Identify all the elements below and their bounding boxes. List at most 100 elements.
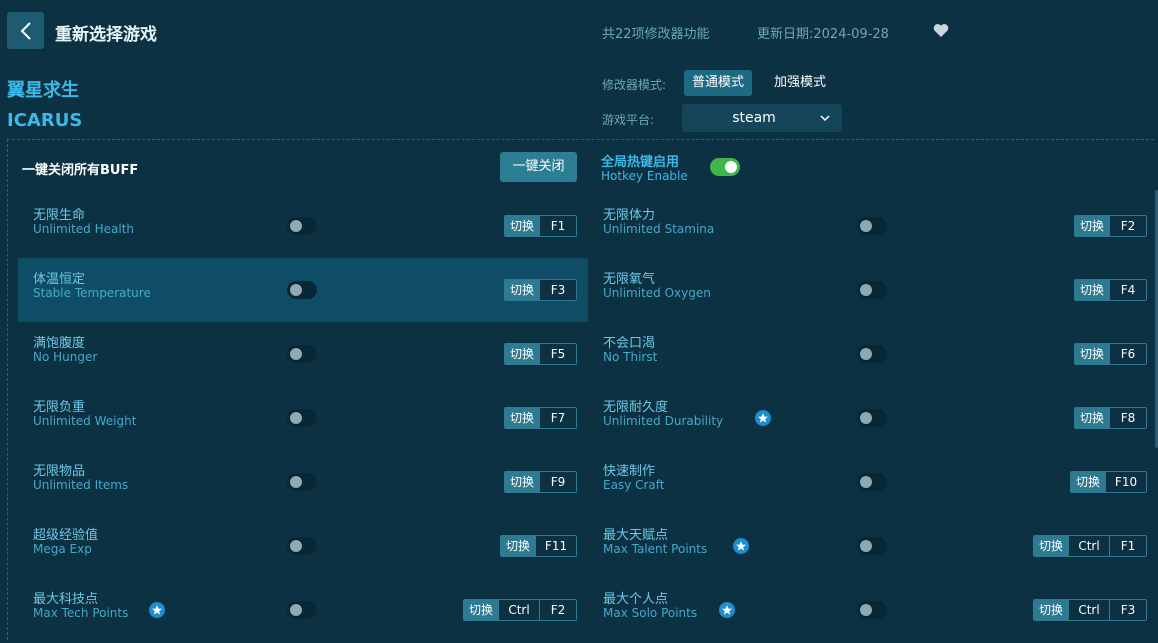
feature-name-cn: 满饱腹度 xyxy=(33,336,86,351)
page-title: 重新选择游戏 xyxy=(55,25,157,45)
feature-row[interactable]: 满饱腹度 No Hunger 切换 F5 xyxy=(18,322,588,386)
toggle-knob xyxy=(290,540,302,552)
toggle-knob xyxy=(860,540,872,552)
hotkey-group[interactable]: 切换 Ctrl F3 xyxy=(1033,599,1148,621)
platform-value: steam xyxy=(732,110,776,126)
toggle-knob xyxy=(290,220,302,232)
feature-toggle[interactable] xyxy=(287,537,317,555)
mode-label: 修改器模式: xyxy=(602,78,667,92)
feature-row[interactable]: 快速制作 Easy Craft 切换 F10 xyxy=(588,450,1158,514)
feature-toggle[interactable] xyxy=(287,281,317,299)
hotkey-key: F3 xyxy=(1109,600,1147,620)
hotkey-key: F5 xyxy=(539,344,577,364)
hotkey-group[interactable]: 切换 F1 xyxy=(504,215,578,237)
hotkey-group[interactable]: 切换 F5 xyxy=(504,343,578,365)
hotkey-group[interactable]: 切换 F7 xyxy=(504,407,578,429)
feature-row[interactable]: 无限生命 Unlimited Health 切换 F1 xyxy=(18,194,588,258)
feature-name-en: Stable Temperature xyxy=(33,286,151,300)
hotkey-group[interactable]: 切换 F9 xyxy=(504,471,578,493)
switch-label: 切换 xyxy=(505,280,540,300)
feature-name-cn: 无限耐久度 xyxy=(603,400,669,415)
back-button[interactable] xyxy=(7,12,44,49)
feature-toggle[interactable] xyxy=(287,601,317,619)
hotkey-key: Ctrl xyxy=(498,600,540,620)
feature-toggle[interactable] xyxy=(857,217,887,235)
switch-label: 切换 xyxy=(1034,536,1069,556)
update-date: 更新日期:2024-09-28 xyxy=(757,27,889,42)
hotkey-group[interactable]: 切换 F4 xyxy=(1074,279,1148,301)
feature-toggle[interactable] xyxy=(857,281,887,299)
feature-row[interactable]: 无限负重 Unlimited Weight 切换 F7 xyxy=(18,386,588,450)
feature-row[interactable]: 最大个人点 Max Solo Points 切换 Ctrl F3 xyxy=(588,578,1158,642)
switch-label: 切换 xyxy=(501,536,536,556)
toggle-knob xyxy=(860,476,872,488)
hotkey-group[interactable]: 切换 F6 xyxy=(1074,343,1148,365)
feature-name-cn: 快速制作 xyxy=(603,464,656,479)
feature-row[interactable]: 超级经验值 Mega Exp 切换 F11 xyxy=(18,514,588,578)
feature-toggle[interactable] xyxy=(287,217,317,235)
feature-row[interactable]: 无限耐久度 Unlimited Durability 切换 F8 xyxy=(588,386,1158,450)
switch-label: 切换 xyxy=(1075,408,1110,428)
hotkey-key: F2 xyxy=(1109,216,1147,236)
star-icon xyxy=(719,602,735,618)
close-all-buff-label: 一键关闭所有BUFF xyxy=(22,163,139,178)
game-name-en: ICARUS xyxy=(7,110,83,131)
hotkey-key: F2 xyxy=(539,600,577,620)
feature-row[interactable]: 最大天赋点 Max Talent Points 切换 Ctrl F1 xyxy=(588,514,1158,578)
feature-name-cn: 超级经验值 xyxy=(33,528,99,543)
mode-enhanced-button[interactable]: 加强模式 xyxy=(766,70,834,96)
feature-toggle[interactable] xyxy=(857,409,887,427)
toggle-knob xyxy=(860,348,872,360)
hotkey-group[interactable]: 切换 F3 xyxy=(504,279,578,301)
close-all-button[interactable]: 一键关闭 xyxy=(500,152,577,182)
feature-toggle[interactable] xyxy=(287,409,317,427)
feature-row[interactable]: 体温恒定 Stable Temperature 切换 F3 xyxy=(18,258,588,322)
feature-toggle[interactable] xyxy=(287,473,317,491)
feature-toggle[interactable] xyxy=(857,537,887,555)
feature-row[interactable]: 最大科技点 Max Tech Points 切换 Ctrl F2 xyxy=(18,578,588,642)
feature-name-cn: 不会口渴 xyxy=(603,336,656,351)
feature-row[interactable]: 无限体力 Unlimited Stamina 切换 F2 xyxy=(588,194,1158,258)
feature-toggle[interactable] xyxy=(857,601,887,619)
feature-row[interactable]: 不会口渴 No Thirst 切换 F6 xyxy=(588,322,1158,386)
hotkey-group[interactable]: 切换 Ctrl F1 xyxy=(1033,535,1148,557)
feature-toggle[interactable] xyxy=(857,473,887,491)
feature-toggle[interactable] xyxy=(857,345,887,363)
hotkey-key: F4 xyxy=(1109,280,1147,300)
feature-name-cn: 体温恒定 xyxy=(33,272,86,287)
favorite-button[interactable] xyxy=(933,23,949,42)
hotkey-enable-toggle[interactable] xyxy=(710,158,740,176)
feature-name-en: Easy Craft xyxy=(603,478,665,492)
star-icon xyxy=(733,538,750,554)
platform-select[interactable]: steam xyxy=(682,104,842,132)
hotkey-key: Ctrl xyxy=(1068,536,1110,556)
chevron-left-icon xyxy=(20,21,31,40)
feature-toggle[interactable] xyxy=(287,345,317,363)
hotkey-group[interactable]: 切换 F2 xyxy=(1074,215,1148,237)
feature-name-en: No Hunger xyxy=(33,350,98,364)
hotkey-group[interactable]: 切换 F8 xyxy=(1074,407,1148,429)
hotkey-group[interactable]: 切换 F11 xyxy=(500,535,578,557)
hotkey-group[interactable]: 切换 Ctrl F2 xyxy=(463,599,578,621)
switch-label: 切换 xyxy=(1075,216,1110,236)
hotkey-group[interactable]: 切换 F10 xyxy=(1070,471,1148,493)
feature-name-en: Unlimited Stamina xyxy=(603,222,715,236)
platform-label: 游戏平台: xyxy=(602,113,655,127)
feature-name-cn: 最大天赋点 xyxy=(603,528,669,543)
hotkey-key: F1 xyxy=(1109,536,1147,556)
switch-label: 切换 xyxy=(1034,600,1069,620)
feature-row[interactable]: 无限氧气 Unlimited Oxygen 切换 F4 xyxy=(588,258,1158,322)
feature-name-en: Max Tech Points xyxy=(33,606,129,620)
switch-label: 切换 xyxy=(1071,472,1106,492)
switch-label: 切换 xyxy=(505,344,540,364)
toggle-knob xyxy=(860,220,872,232)
hotkey-key: F7 xyxy=(539,408,577,428)
toggle-knob xyxy=(725,161,737,173)
feature-name-en: No Thirst xyxy=(603,350,658,364)
feature-name-cn: 无限负重 xyxy=(33,400,86,415)
mode-normal-button[interactable]: 普通模式 xyxy=(684,70,753,96)
feature-row[interactable]: 无限物品 Unlimited Items 切换 F9 xyxy=(18,450,588,514)
feature-name-cn: 无限生命 xyxy=(33,208,86,223)
hotkey-key: F6 xyxy=(1109,344,1147,364)
feature-name-en: Max Solo Points xyxy=(603,606,698,620)
